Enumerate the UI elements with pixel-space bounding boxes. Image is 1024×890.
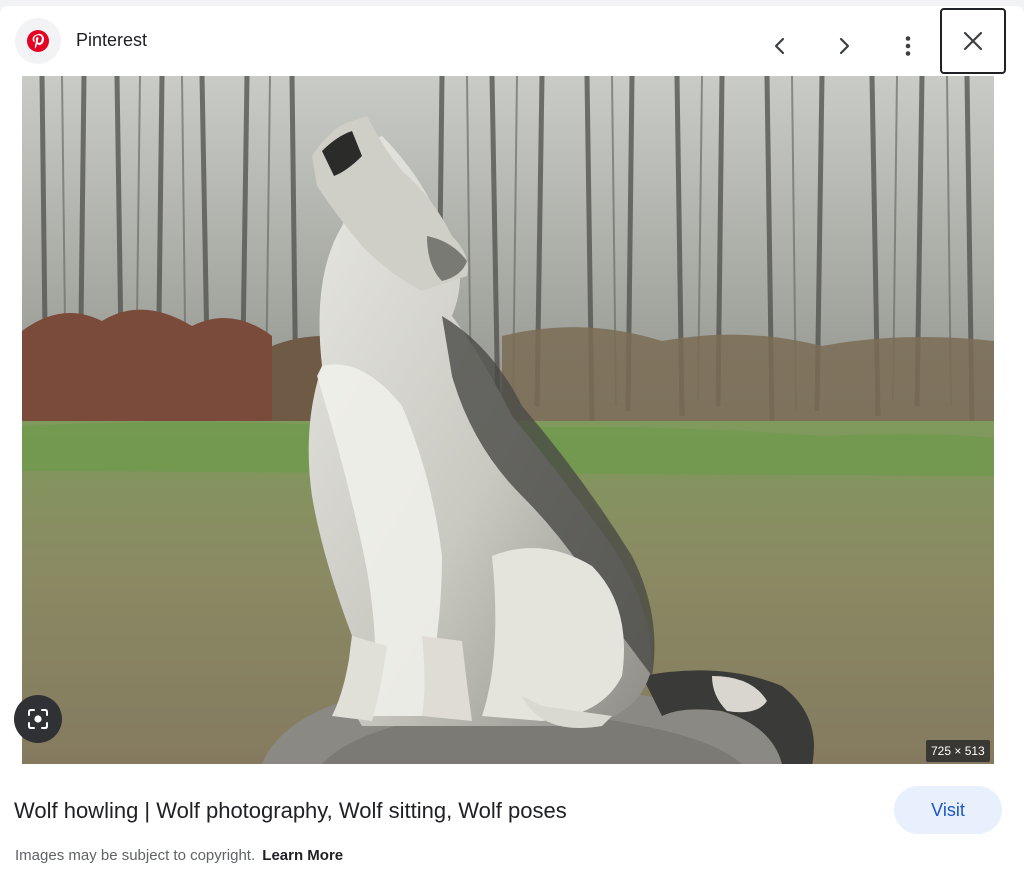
image-dimensions-badge: 725 × 513 [926,740,990,762]
close-icon [963,31,983,51]
viewer-header: Pinterest [0,6,1024,76]
previous-button[interactable] [748,14,812,78]
image-title[interactable]: Wolf howling | Wolf photography, Wolf si… [14,798,567,824]
more-vert-icon [905,36,911,56]
more-options-button[interactable] [876,14,940,78]
pinterest-logo-icon[interactable] [15,18,61,64]
wolf-photo[interactable] [22,76,994,764]
visit-button[interactable]: Visit [894,786,1002,834]
next-button[interactable] [812,14,876,78]
lens-search-button[interactable] [14,695,62,743]
lens-search-icon [28,709,48,729]
learn-more-link[interactable]: Learn More [262,847,343,864]
close-button[interactable] [940,8,1006,74]
source-name[interactable]: Pinterest [76,30,147,51]
image-viewer-panel: Pinterest 725 × 513 Wolf howling | Wolf … [0,6,1024,890]
chevron-left-icon [774,37,785,55]
chevron-right-icon [839,37,850,55]
copyright-text: Images may be subject to copyright. [15,847,256,864]
copyright-notice: Images may be subject to copyright. Lear… [15,847,343,864]
